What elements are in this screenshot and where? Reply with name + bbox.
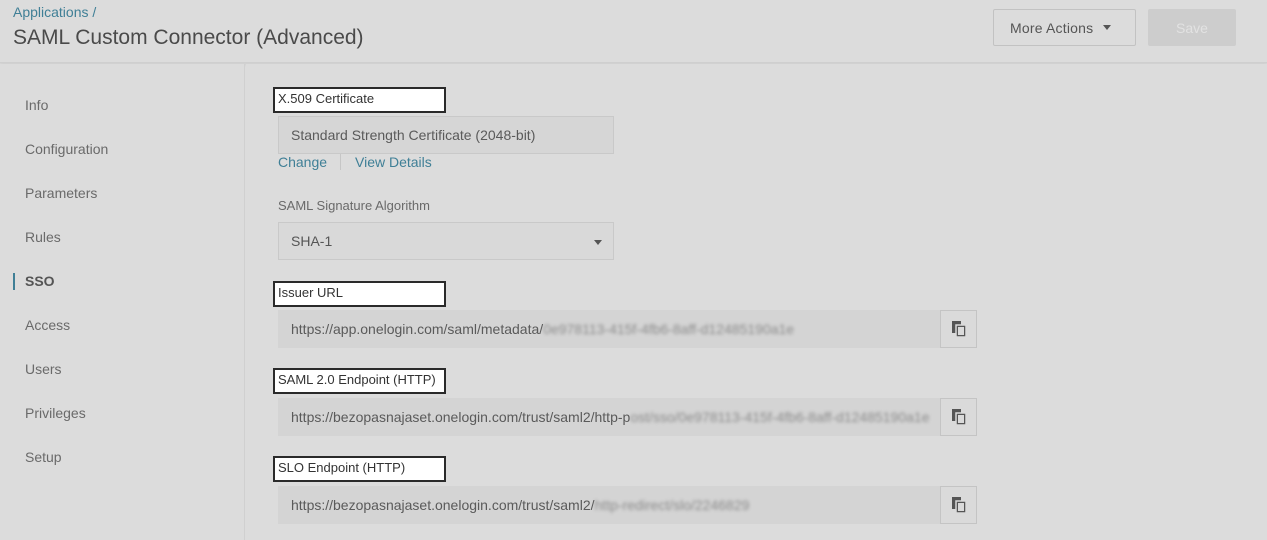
chevron-down-icon — [1103, 25, 1112, 30]
certificate-field: Standard Strength Certificate (2048-bit) — [278, 116, 614, 154]
active-nav-indicator — [13, 273, 15, 290]
page-title: SAML Custom Connector (Advanced) — [13, 26, 364, 49]
copy-icon — [951, 321, 967, 338]
saml-endpoint-text: https://bezopasnajaset.onelogin.com/trus… — [291, 409, 631, 425]
saml-endpoint-redacted: ost/sso/0e978113-415f-4fb6-8aff-d1248519… — [630, 409, 930, 425]
signature-algorithm-label: SAML Signature Algorithm — [278, 198, 430, 213]
saml-endpoint-field[interactable]: https://bezopasnajaset.onelogin.com/trus… — [278, 398, 940, 436]
sidebar-item-access[interactable]: Access — [25, 317, 70, 333]
more-actions-button[interactable]: More Actions — [993, 9, 1136, 46]
chevron-down-icon — [594, 240, 602, 245]
signature-algorithm-value: SHA-1 — [291, 233, 333, 249]
view-details-link[interactable]: View Details — [355, 154, 432, 170]
sidebar-item-sso[interactable]: SSO — [25, 273, 55, 289]
sidebar-item-rules[interactable]: Rules — [25, 229, 61, 245]
saml-endpoint-label: SAML 2.0 Endpoint (HTTP) — [273, 368, 446, 394]
sidebar-item-parameters[interactable]: Parameters — [25, 185, 97, 201]
issuer-url-redacted: 0e978113-415f-4fb6-8aff-d12485190a1e — [543, 321, 795, 337]
copy-slo-endpoint-button[interactable] — [940, 486, 977, 524]
sidebar — [0, 64, 245, 540]
copy-icon — [951, 409, 967, 426]
slo-endpoint-text: https://bezopasnajaset.onelogin.com/trus… — [291, 497, 595, 513]
breadcrumb-applications[interactable]: Applications / — [13, 4, 96, 20]
copy-issuer-url-button[interactable] — [940, 310, 977, 348]
slo-endpoint-label: SLO Endpoint (HTTP) — [273, 456, 446, 482]
copy-saml-endpoint-button[interactable] — [940, 398, 977, 436]
sidebar-item-info[interactable]: Info — [25, 97, 48, 113]
sidebar-item-configuration[interactable]: Configuration — [25, 141, 108, 157]
link-divider — [340, 154, 341, 170]
slo-endpoint-redacted: http-redirect/slo/2246829 — [594, 497, 750, 513]
sidebar-item-users[interactable]: Users — [25, 361, 62, 377]
signature-algorithm-select[interactable]: SHA-1 — [278, 222, 614, 260]
sidebar-item-privileges[interactable]: Privileges — [25, 405, 86, 421]
issuer-url-label: Issuer URL — [273, 281, 446, 307]
sidebar-item-setup[interactable]: Setup — [25, 449, 62, 465]
copy-icon — [951, 497, 967, 514]
issuer-url-field[interactable]: https://app.onelogin.com/saml/metadata/0… — [278, 310, 940, 348]
more-actions-label: More Actions — [1010, 19, 1094, 36]
slo-endpoint-field[interactable]: https://bezopasnajaset.onelogin.com/trus… — [278, 486, 940, 524]
save-button[interactable]: Save — [1148, 9, 1236, 46]
page-header: Applications / SAML Custom Connector (Ad… — [0, 0, 1267, 63]
issuer-url-text: https://app.onelogin.com/saml/metadata/ — [291, 321, 544, 337]
certificate-label: X.509 Certificate — [273, 87, 446, 113]
change-certificate-link[interactable]: Change — [278, 154, 327, 170]
